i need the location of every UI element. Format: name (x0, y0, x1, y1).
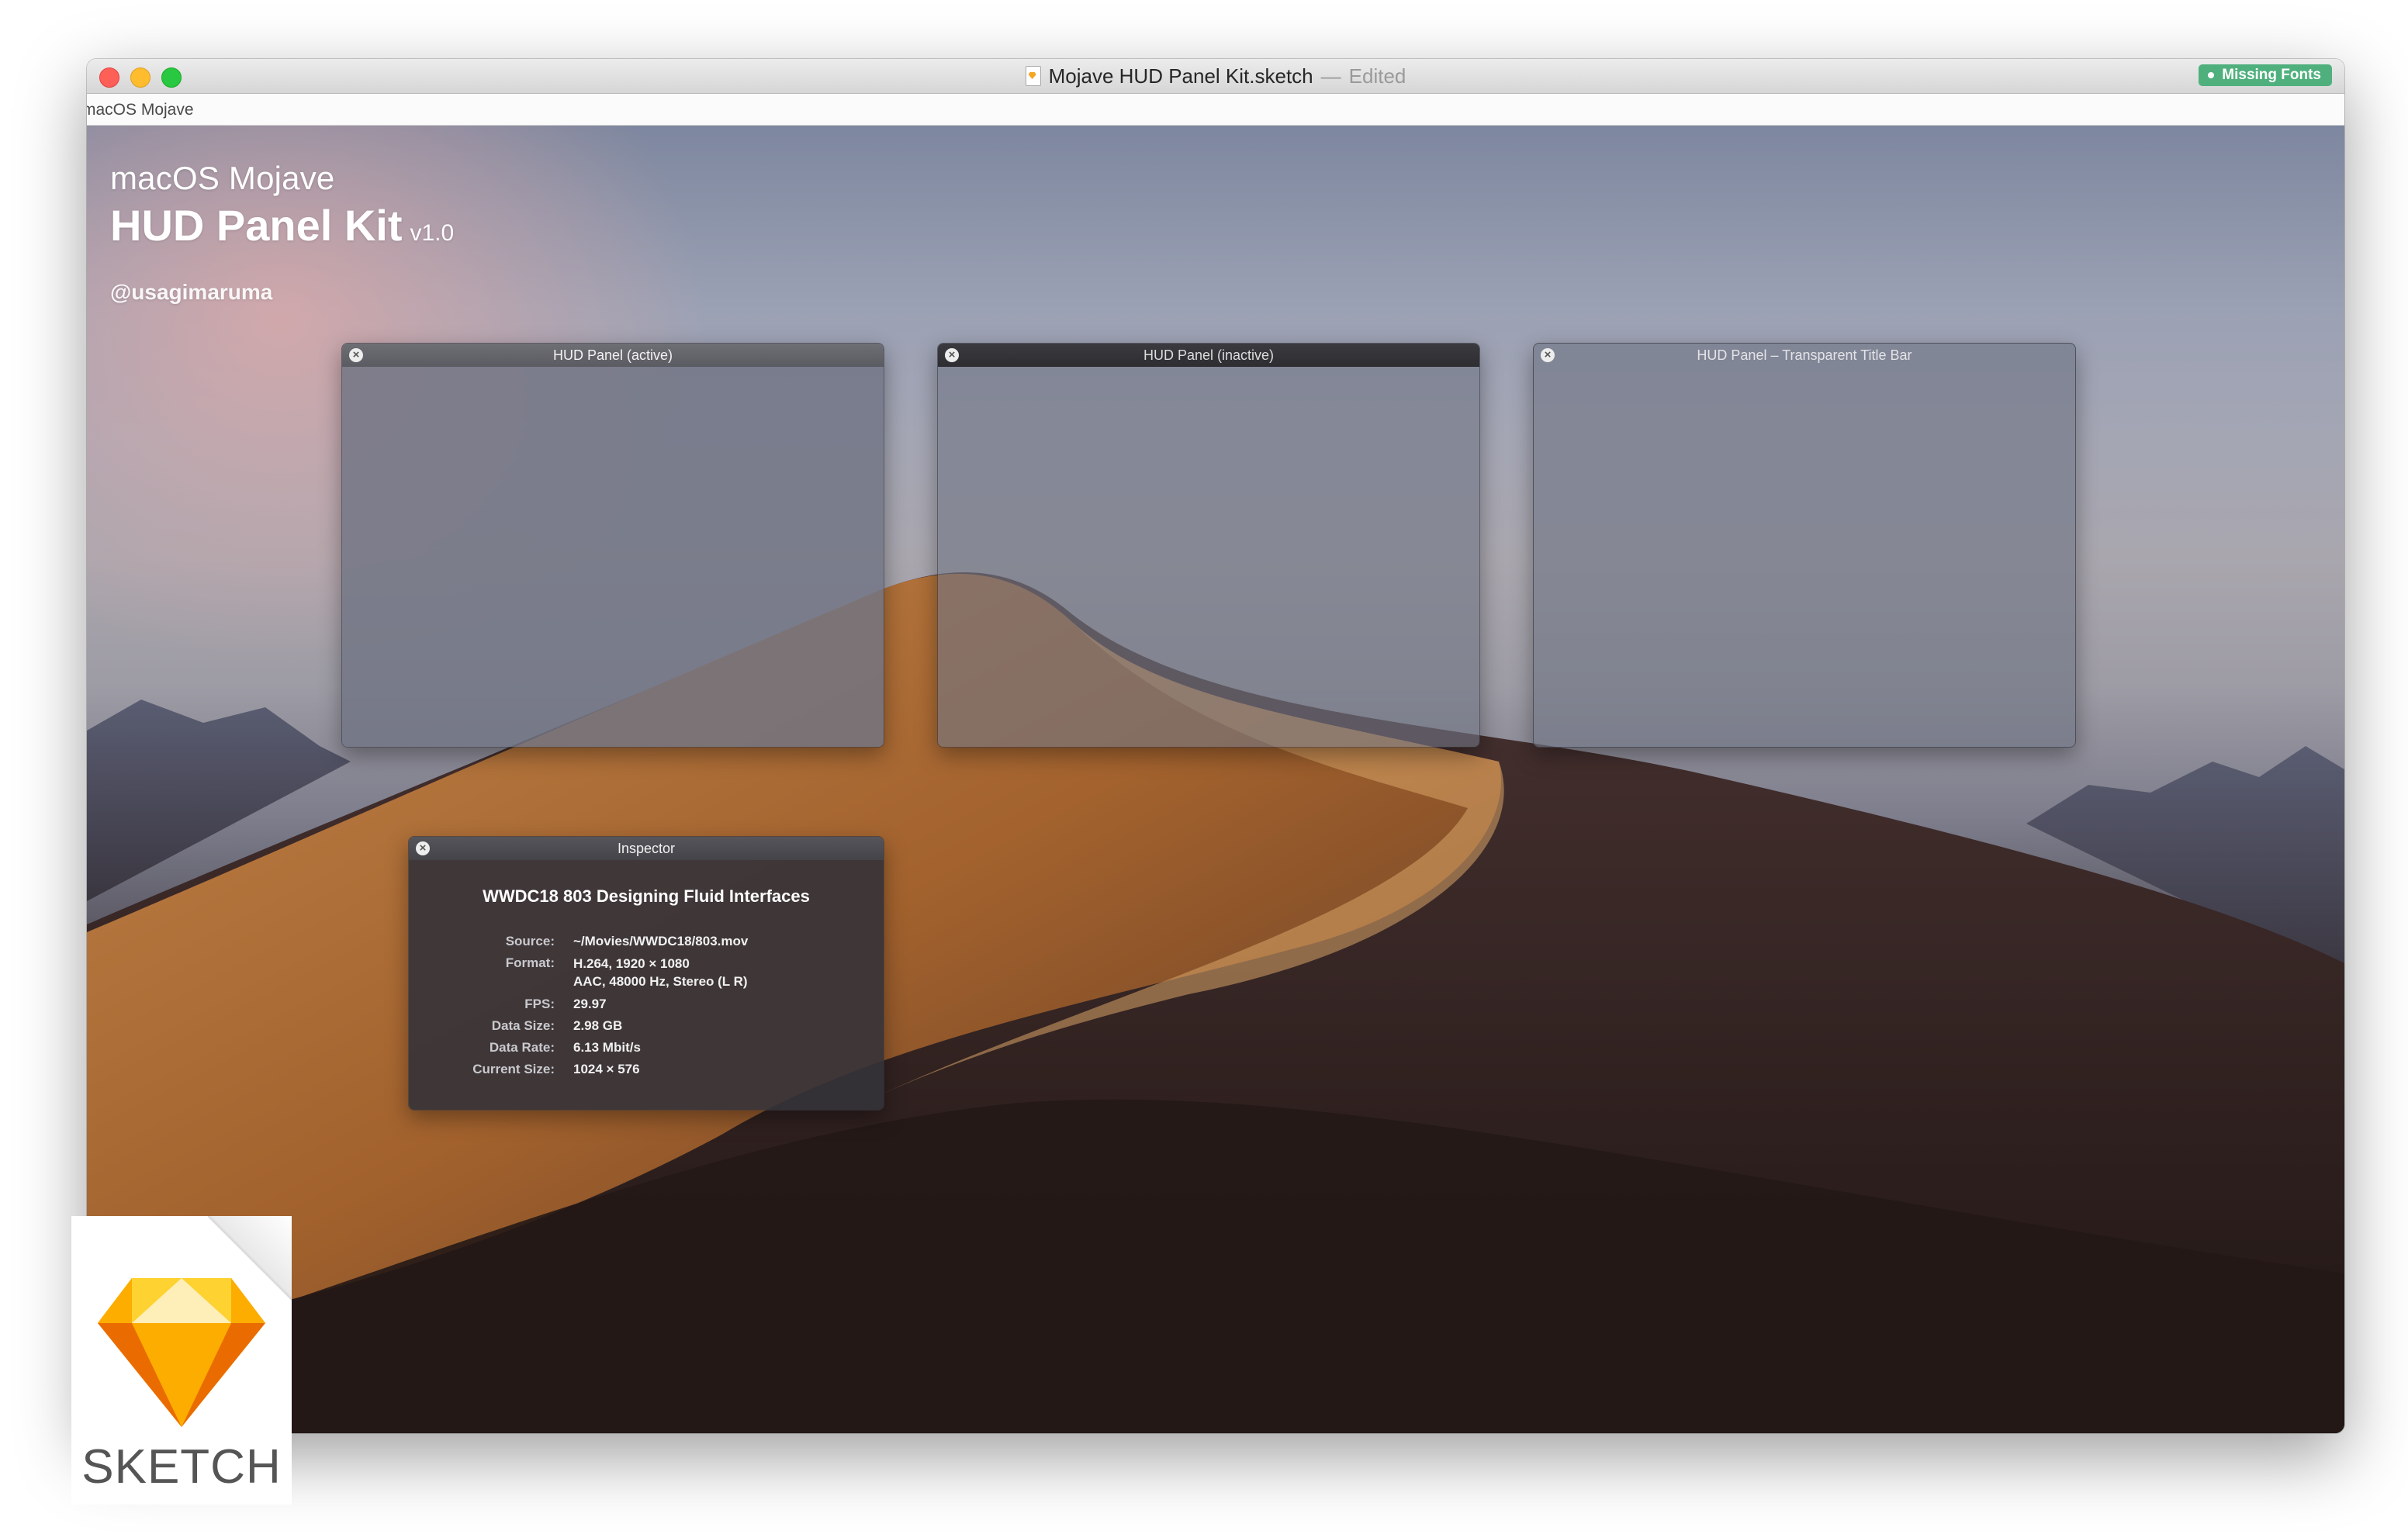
close-icon[interactable]: × (349, 348, 363, 362)
info-label: FPS: (524, 997, 555, 1011)
headline-subtitle: macOS Mojave (110, 160, 335, 196)
inspector-title: Inspector (617, 840, 676, 856)
media-info-list: Source: ~/Movies/WWDC18/803.mov Format: … (409, 933, 884, 1083)
hud-panel-title: HUD Panel (inactive) (1143, 347, 1275, 363)
title-separator: — (1320, 64, 1341, 88)
hud-panel-title: HUD Panel – Transparent Title Bar (1697, 347, 1912, 363)
missing-fonts-badge[interactable]: Missing Fonts (2199, 64, 2332, 86)
hud-title-bar[interactable]: × HUD Panel (active) (342, 344, 884, 367)
missing-fonts-label: Missing Fonts (2222, 67, 2321, 83)
media-title: WWDC18 803 Designing Fluid Interfaces (483, 886, 810, 906)
info-value: 2.98 GB (573, 1018, 623, 1033)
info-row-format: Format: H.264, 1920 × 1080 AAC, 48000 Hz… (409, 955, 884, 990)
info-label: Current Size: (472, 1062, 555, 1076)
video-format: H.264, 1920 × 1080 (573, 956, 690, 971)
artboard-canvas[interactable]: macOS Mojave HUD Panel Kit v1.0 @usagimar… (87, 126, 2344, 1433)
close-icon[interactable]: × (945, 348, 959, 362)
hud-title-bar[interactable]: × HUD Panel – Transparent Title Bar (1534, 344, 2075, 367)
headline-title: HUD Panel Kit v1.0 (110, 200, 454, 250)
hud-panel-transparent-title-bar[interactable]: × HUD Panel – Transparent Title Bar (1533, 343, 2076, 748)
hud-panel-active[interactable]: × HUD Panel (active) (341, 343, 884, 748)
info-value: 1024 × 576 (573, 1062, 640, 1076)
hud-panel-title: HUD Panel (active) (552, 347, 673, 363)
info-label: Source: (505, 934, 555, 948)
info-row-fps: FPS: 29.97 (409, 996, 884, 1012)
info-row-current-size: Current Size: 1024 × 576 (409, 1061, 884, 1077)
sketch-label: SKETCH (81, 1440, 282, 1494)
info-label: Data Rate: (489, 1040, 555, 1055)
close-icon[interactable]: × (1541, 348, 1555, 362)
window-title: Mojave HUD Panel Kit.sketch — Edited (87, 59, 2344, 93)
title-bar[interactable]: Mojave HUD Panel Kit.sketch — Edited Mis… (87, 59, 2344, 94)
close-icon[interactable]: × (416, 841, 430, 855)
hud-title-bar[interactable]: × Inspector (409, 837, 884, 860)
info-label: Data Size: (491, 1018, 555, 1033)
hud-panel-body (938, 367, 1479, 747)
info-value: ~/Movies/WWDC18/803.mov (573, 934, 749, 948)
artboard-header: macOS Mojave (87, 94, 2344, 126)
info-value: H.264, 1920 × 1080 AAC, 48000 Hz, Stereo… (573, 955, 748, 990)
info-value: 6.13 Mbit/s (573, 1040, 641, 1055)
info-row-source: Source: ~/Movies/WWDC18/803.mov (409, 933, 884, 949)
info-row-data-size: Data Size: 2.98 GB (409, 1017, 884, 1034)
sketch-window: Mojave HUD Panel Kit.sketch — Edited Mis… (87, 59, 2344, 1433)
info-label: Format: (505, 955, 555, 970)
status-dot-icon (2208, 72, 2215, 78)
hud-panel-body (342, 367, 884, 747)
version-label: v1.0 (410, 220, 455, 246)
author-handle: @usagimaruma (110, 280, 273, 304)
info-row-data-rate: Data Rate: 6.13 Mbit/s (409, 1039, 884, 1055)
artboard-label[interactable]: macOS Mojave (87, 101, 194, 119)
sketch-document-icon (1025, 66, 1041, 86)
document-name: Mojave HUD Panel Kit.sketch (1048, 64, 1313, 88)
info-value: 29.97 (573, 997, 607, 1011)
inspector-panel[interactable]: × Inspector WWDC18 803 Designing Fluid I… (408, 836, 884, 1111)
mojave-wallpaper (87, 572, 2344, 1433)
hud-title-bar[interactable]: × HUD Panel (inactive) (938, 344, 1479, 367)
kit-headline: macOS Mojave HUD Panel Kit v1.0 @usagimar… (110, 160, 454, 305)
sketch-diamond-icon (98, 1278, 265, 1427)
inspector-body: WWDC18 803 Designing Fluid Interfaces So… (409, 860, 884, 1110)
headline-title-text: HUD Panel Kit (110, 201, 403, 250)
hud-panel-inactive[interactable]: × HUD Panel (inactive) (937, 343, 1480, 748)
edited-status: Edited (1348, 64, 1406, 88)
audio-format: AAC, 48000 Hz, Stereo (L R) (573, 974, 748, 989)
